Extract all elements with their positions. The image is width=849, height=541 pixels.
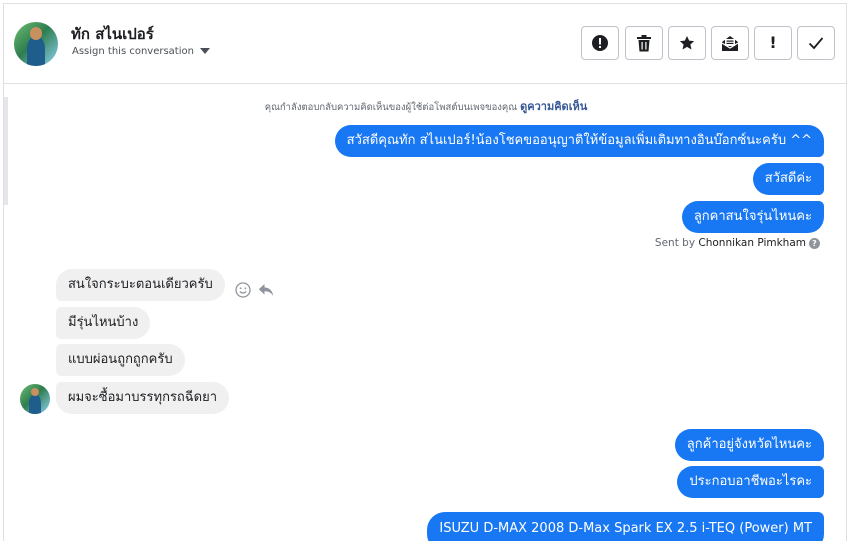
comment-reply-notice: คุณกำลังตอบกลับความคิดเห็นของผู้ใช้ต่อโพ…: [4, 97, 846, 115]
view-comment-link[interactable]: ดูความคิดเห็น: [520, 100, 587, 113]
caret-down-icon: [199, 48, 210, 54]
outgoing-message[interactable]: สวัสดีค่ะ: [752, 163, 824, 195]
contact-avatar-small[interactable]: [20, 384, 50, 414]
exclamation-circle-icon: [592, 35, 608, 51]
check-icon: [808, 37, 824, 50]
outgoing-message[interactable]: สวัสดีคุณทัก สไนเปอร์!น้องโชคขออนุญาติให…: [334, 125, 824, 157]
contact-avatar[interactable]: [14, 22, 58, 66]
sent-by-label: Sent by Chonnikan Pimkham?: [655, 237, 820, 249]
star-button[interactable]: [668, 26, 706, 60]
help-icon[interactable]: ?: [809, 237, 820, 249]
assign-label: Assign this conversation: [72, 46, 194, 57]
sender-name[interactable]: Chonnikan Pimkham: [698, 237, 806, 249]
message-thread: คุณกำลังตอบกลับความคิดเห็นของผู้ใช้ต่อโพ…: [4, 85, 846, 541]
mark-done-button[interactable]: [797, 26, 835, 60]
emoji-reaction-icon[interactable]: [235, 282, 251, 298]
incoming-message[interactable]: สนใจกระบะตอนเดียวครับ: [56, 269, 225, 301]
exclamation-icon: !: [769, 33, 777, 52]
incoming-message[interactable]: มีรุ่นไหนบ้าง: [56, 307, 151, 339]
incoming-message[interactable]: แบบผ่อนถูกถูกครับ: [56, 344, 185, 376]
follow-up-button[interactable]: !: [754, 26, 792, 60]
mark-unread-button[interactable]: [711, 26, 749, 60]
reply-icon[interactable]: [258, 283, 274, 297]
trash-icon: [637, 34, 651, 51]
envelope-open-icon: [721, 35, 739, 51]
outgoing-message[interactable]: ลูกค้าอยู่จังหวัดไหนคะ: [674, 429, 824, 461]
assign-conversation-dropdown[interactable]: Assign this conversation: [72, 46, 210, 57]
delete-button[interactable]: [625, 26, 663, 60]
outgoing-message[interactable]: ISUZU D-MAX 2008 D-Max Spark EX 2.5 i-TE…: [427, 512, 824, 541]
notice-text: คุณกำลังตอบกลับความคิดเห็นของผู้ใช้ต่อโพ…: [264, 102, 518, 113]
incoming-message[interactable]: ผมจะซื้อมาบรรทุกรถฉีดยา: [56, 382, 230, 414]
conversation-header: ทัก สไนเปอร์ Assign this conversation !: [4, 4, 846, 84]
contact-name[interactable]: ทัก สไนเปอร์: [71, 22, 154, 46]
outgoing-message[interactable]: ลูกคาสนใจรุ่นไหนคะ: [681, 201, 824, 233]
star-icon: [679, 36, 695, 50]
outgoing-message[interactable]: ประกอบอาชีพอะไรคะ: [677, 466, 824, 498]
sent-by-prefix: Sent by: [654, 237, 696, 249]
mark-spam-button[interactable]: [581, 26, 619, 60]
conversation-panel: ทัก สไนเปอร์ Assign this conversation ! …: [3, 3, 847, 541]
